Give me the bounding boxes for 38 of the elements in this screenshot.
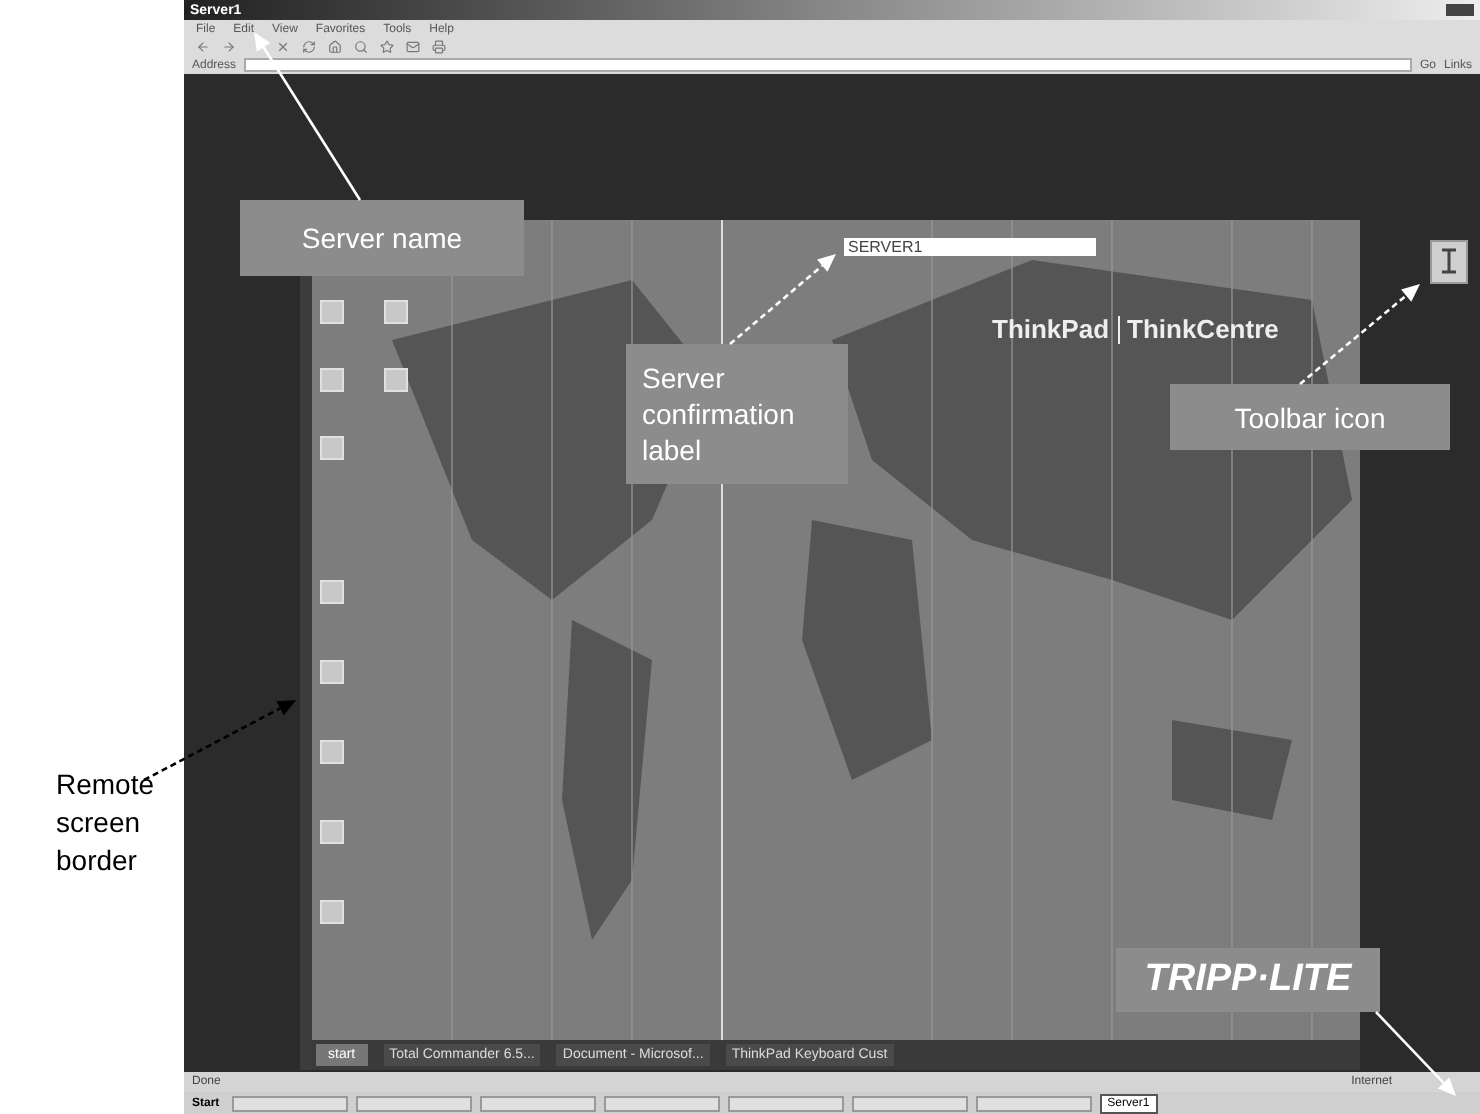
toolbar-icon[interactable] bbox=[196, 40, 210, 54]
taskbar-button[interactable] bbox=[479, 1095, 596, 1111]
callout-label: Server name bbox=[240, 200, 524, 276]
taskbar-button[interactable] bbox=[355, 1095, 472, 1111]
taskbar-button[interactable] bbox=[603, 1095, 720, 1111]
server-confirmation-label: SERVER1 bbox=[844, 238, 1096, 256]
taskbar-button[interactable] bbox=[975, 1095, 1092, 1111]
toolbar-icon[interactable] bbox=[328, 40, 342, 54]
toolbar-icon[interactable] bbox=[1430, 240, 1468, 284]
desktop-icon[interactable] bbox=[320, 660, 344, 684]
taskbar-button[interactable] bbox=[851, 1095, 968, 1111]
callout-arrow bbox=[1299, 284, 1420, 385]
toolbar-icon[interactable] bbox=[276, 40, 290, 54]
toolbar-icon[interactable] bbox=[302, 40, 316, 54]
callout-arrow bbox=[729, 254, 836, 345]
toolbar-icon[interactable] bbox=[432, 40, 446, 54]
desktop-icon[interactable] bbox=[320, 740, 344, 764]
toolbar-icon[interactable] bbox=[222, 40, 236, 54]
toolbar-icon[interactable] bbox=[354, 40, 368, 54]
desktop-icon[interactable] bbox=[320, 368, 344, 392]
toolbar-icon[interactable] bbox=[380, 40, 394, 54]
taskbar-button[interactable] bbox=[727, 1095, 844, 1111]
brand-text: ThinkPad bbox=[992, 312, 1110, 348]
logo: TRIPP·LITE bbox=[1116, 948, 1380, 1012]
desktop-icon[interactable] bbox=[320, 300, 344, 324]
address-field[interactable] bbox=[244, 58, 1412, 72]
desktop-icon[interactable] bbox=[320, 900, 344, 924]
desktop-icon[interactable] bbox=[384, 300, 408, 324]
callout-label: Toolbar icon bbox=[1170, 384, 1450, 450]
desktop-icon[interactable] bbox=[384, 368, 408, 392]
desktop-icon[interactable] bbox=[320, 820, 344, 844]
callout-label: Server confirmation label bbox=[626, 344, 848, 484]
toolbar-icon[interactable] bbox=[406, 40, 420, 54]
callout-text: Remote screen border bbox=[56, 766, 157, 880]
desktop-icon[interactable] bbox=[320, 436, 344, 460]
desktop-icon[interactable] bbox=[320, 580, 344, 604]
brand-text: ThinkCentre bbox=[1127, 312, 1279, 348]
taskbar-button[interactable] bbox=[231, 1095, 348, 1111]
